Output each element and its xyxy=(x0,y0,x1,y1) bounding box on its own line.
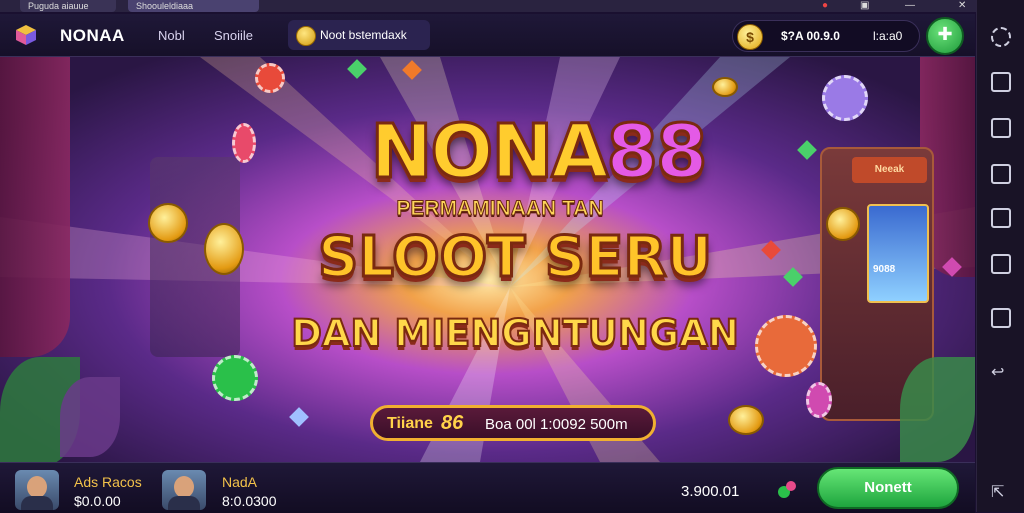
pill-label: Tiiane xyxy=(387,415,433,432)
gold-coin-icon: $ xyxy=(737,24,763,50)
close-icon[interactable]: ✕ xyxy=(958,0,966,11)
nav-item-1[interactable]: Nobl xyxy=(158,28,185,43)
red-chip xyxy=(255,63,285,93)
window-tab-2[interactable]: Shoouleldiaaa xyxy=(128,0,259,12)
wrench-icon: ✚ xyxy=(937,24,953,44)
player-2-name: NadA xyxy=(222,474,258,490)
screen-rotate-icon[interactable] xyxy=(991,72,1011,92)
footer-amount: 3.900.01 xyxy=(681,483,740,500)
fullscreen-icon[interactable] xyxy=(991,254,1011,274)
arcade-sign: Neeak xyxy=(852,157,927,183)
record-icon[interactable] xyxy=(991,164,1011,184)
active-game-tab-label: Noot bstemdaxk xyxy=(320,28,407,42)
balance-display: $ $?A 00.9.0 l:a:a0 xyxy=(732,20,920,52)
player-2-value: 8:0.0300 xyxy=(222,493,277,509)
gold-coin-5 xyxy=(712,77,738,97)
expand-icon[interactable] xyxy=(991,27,1011,47)
window-icon[interactable]: ▣ xyxy=(860,0,869,11)
bottom-bar: Ads Racos $0.0.00 NadA 8:0.0300 3.900.01… xyxy=(0,462,975,513)
play-button[interactable]: Nonett xyxy=(817,467,959,509)
orange-chip xyxy=(755,315,817,377)
import-icon[interactable] xyxy=(991,308,1011,328)
record-dot-icon[interactable]: ● xyxy=(822,0,828,11)
avatar-player-1[interactable] xyxy=(15,470,59,510)
settings-icon[interactable]: ⇱ xyxy=(991,482,1011,502)
window-tab-1[interactable]: Puguda aiauue xyxy=(20,0,116,12)
nav-item-2[interactable]: Snoiile xyxy=(214,28,253,43)
avatar-player-2[interactable] xyxy=(162,470,206,510)
curtain-left xyxy=(0,57,70,357)
gold-coin-2 xyxy=(204,223,244,275)
chips-icon[interactable] xyxy=(776,478,798,500)
title-subtitle: PERMAMINAAN TAN xyxy=(396,197,604,221)
tools-button[interactable]: ✚ xyxy=(926,17,964,55)
brand-name: NONAA xyxy=(60,26,125,45)
emulator-sidebar: ↩ ⇱ xyxy=(976,0,1024,512)
pill-number: 86 xyxy=(441,412,464,434)
promo-pill[interactable]: Tiiane 86 Boa 00l 1:0092 500m xyxy=(370,405,656,441)
game-title: NONA88 xyxy=(288,108,788,197)
active-game-tab[interactable]: Noot bstemdaxk xyxy=(288,20,430,50)
pill-text: Boa 00l 1:0092 500m xyxy=(485,416,628,433)
app-logo-icon[interactable] xyxy=(14,23,38,47)
gold-coin-4 xyxy=(728,405,764,435)
coin-icon xyxy=(296,26,316,46)
player-1-value: $0.0.00 xyxy=(74,493,121,509)
back-icon[interactable]: ↩ xyxy=(991,362,1011,382)
title-part2: 88 xyxy=(605,108,709,197)
balance-extra: l:a:a0 xyxy=(873,29,903,43)
player-1-name: Ads Racos xyxy=(74,474,142,490)
screenshot-icon[interactable] xyxy=(991,118,1011,138)
magenta-chip xyxy=(806,382,832,418)
arcade-screen: 9088 xyxy=(867,204,929,303)
balance-value: $?A 00.9.0 xyxy=(781,29,840,43)
gold-coin-3 xyxy=(826,207,860,241)
minimize-icon[interactable]: — xyxy=(905,0,915,11)
title-line3: DAN MIENGNTUNGAN xyxy=(290,311,740,356)
arcade-screen-text: 9088 xyxy=(873,264,896,275)
green-chip xyxy=(212,355,258,401)
gold-coin-1 xyxy=(148,203,188,243)
title-line2: SLOOT SERU xyxy=(316,224,713,292)
app-header: NONAA Nobl Snoiile Noot bstemdaxk $ $?A … xyxy=(0,14,975,57)
pink-chip xyxy=(232,123,256,163)
purple-chip xyxy=(822,75,868,121)
title-part1: NONA xyxy=(369,108,610,197)
multi-window-icon[interactable] xyxy=(991,208,1011,228)
plant-left-2 xyxy=(60,377,120,457)
window-tab-strip: Puguda aiauue Shoouleldiaaa ● ▣ — ✕ xyxy=(0,0,980,12)
game-banner[interactable]: Neeak 9088 NONA88 PERMAMINAAN TAN SLOOT … xyxy=(0,57,975,462)
plant-right xyxy=(900,357,975,462)
